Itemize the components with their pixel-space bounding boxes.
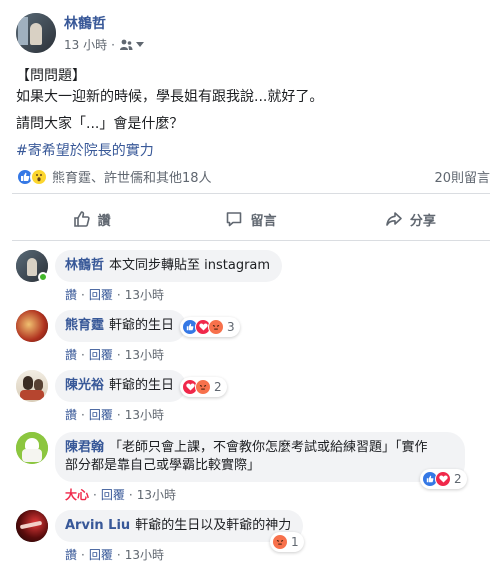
comment-item: 熊育霆 軒爺的生日 讚 · 回覆 · 13小時 3 xyxy=(16,310,240,363)
share-button[interactable]: 分享 xyxy=(331,202,490,236)
comment-bubble: 熊育霆 軒爺的生日 xyxy=(55,310,187,342)
comment-reactions[interactable]: 3 xyxy=(180,317,240,337)
comment-bubble: 林鶴哲 本文同步轉貼至 instagram xyxy=(55,250,283,282)
comment-time[interactable]: 13小時 xyxy=(125,548,164,562)
angry-reaction-icon xyxy=(195,379,211,395)
commenter-avatar[interactable] xyxy=(16,370,48,402)
comment-time[interactable]: 13小時 xyxy=(125,408,164,422)
post-line: 如果大一迎新的時候，學長姐有跟我說...就好了。 xyxy=(16,89,324,105)
comment-reply-link[interactable]: 回覆 xyxy=(89,288,113,302)
online-status-dot xyxy=(38,272,48,282)
post-line: 請問大家「...」會是什麼？ xyxy=(16,116,184,132)
commenter-avatar[interactable] xyxy=(16,510,48,542)
share-label: 分享 xyxy=(409,213,436,229)
comment-reply-link[interactable]: 回覆 xyxy=(89,548,113,562)
share-arrow-icon xyxy=(386,212,402,226)
comments-count[interactable]: 20則留言 xyxy=(434,167,490,186)
post-card: 林鶴哲 13 小時 · 【問問題】 如果大一迎新的時候，學長姐有跟我說...就好… xyxy=(0,0,503,565)
comment-like-link[interactable]: 讚 xyxy=(65,348,77,362)
comment-reply-link[interactable]: 回覆 xyxy=(89,408,113,422)
comment-time[interactable]: 13小時 xyxy=(125,348,164,362)
like-button[interactable]: 讚 xyxy=(12,202,171,236)
comment-item: 林鶴哲 本文同步轉貼至 instagram 讚 · 回覆 · 13小時 xyxy=(16,250,283,303)
reaction-count: 2 xyxy=(214,380,222,394)
comment-reply-link[interactable]: 回覆 xyxy=(101,488,125,502)
comment-text: 軒爺的生日以及軒爺的神力 xyxy=(135,518,292,533)
wow-reaction-icon[interactable] xyxy=(30,167,48,186)
divider xyxy=(12,240,490,241)
comment-like-link[interactable]: 讚 xyxy=(65,288,77,302)
comment-reactions[interactable]: 2 xyxy=(180,377,227,397)
action-bar: 讚 留言 分享 xyxy=(12,202,490,236)
comment-time[interactable]: 13小時 xyxy=(125,288,164,302)
comment-reactions[interactable]: 1 xyxy=(270,532,304,552)
commenter-name[interactable]: 陳光裕 xyxy=(65,378,104,393)
comment-like-link[interactable]: 讚 xyxy=(65,408,77,422)
comment-actions: 讚 · 回覆 · 13小時 xyxy=(65,348,164,362)
angry-reaction-icon xyxy=(272,534,288,550)
comment-text: 「老師只會上課，不會教你怎麼考試或給練習題」「實作 xyxy=(109,440,428,455)
love-reaction-icon xyxy=(435,471,451,487)
comment-text: 本文同步轉貼至 instagram xyxy=(109,258,271,273)
comment-reactions[interactable]: 2 xyxy=(420,469,467,489)
comment-bubble: Arvin Liu 軒爺的生日以及軒爺的神力 xyxy=(55,510,304,542)
comment-actions: 大心 · 回覆 · 13小時 xyxy=(65,488,176,502)
reaction-count: 3 xyxy=(227,320,235,334)
comment-love-link[interactable]: 大心 xyxy=(65,488,89,502)
comment-item: 陳光裕 軒爺的生日 讚 · 回覆 · 13小時 2 xyxy=(16,370,227,423)
comment-text: 軒爺的生日 xyxy=(109,378,175,393)
comment-text: 部分都是靠自己或學霸比較實際」 xyxy=(65,458,261,473)
commenter-name[interactable]: 林鶴哲 xyxy=(65,258,104,273)
comment-bubble: 陳君翰 「老師只會上課，不會教你怎麼考試或給練習題」「實作部分都是靠自己或學霸比較… xyxy=(55,432,465,482)
comment-time[interactable]: 13小時 xyxy=(137,488,176,502)
commenter-name[interactable]: Arvin Liu xyxy=(65,518,130,533)
author-name[interactable]: 林鶴哲 xyxy=(64,15,144,33)
comment-reply-link[interactable]: 回覆 xyxy=(89,348,113,362)
meta-separator: · xyxy=(111,37,115,52)
commenter-name[interactable]: 熊育霆 xyxy=(65,318,104,333)
commenter-avatar[interactable] xyxy=(16,432,48,464)
comment-like-link[interactable]: 讚 xyxy=(65,548,77,562)
comment-button[interactable]: 留言 xyxy=(171,202,330,236)
comment-actions: 讚 · 回覆 · 13小時 xyxy=(65,288,164,302)
reaction-count: 2 xyxy=(454,472,462,486)
commenter-name[interactable]: 陳君翰 xyxy=(65,440,104,455)
reactors-text[interactable]: 熊育霆、許世儒和其他18人 xyxy=(52,167,212,186)
divider xyxy=(12,193,490,194)
like-label: 讚 xyxy=(97,213,111,229)
reaction-count: 1 xyxy=(291,535,299,549)
post-meta: 13 小時 · xyxy=(64,36,144,53)
comment-text: 軒爺的生日 xyxy=(109,318,175,333)
author-avatar[interactable] xyxy=(16,13,56,53)
comment-item: 陳君翰 「老師只會上課，不會教你怎麼考試或給練習題」「實作部分都是靠自己或學霸比較… xyxy=(16,432,467,503)
comment-label: 留言 xyxy=(250,213,277,229)
comment-actions: 讚 · 回覆 · 13小時 xyxy=(65,548,164,562)
friends-icon[interactable] xyxy=(119,39,133,51)
post-body: 【問問題】 如果大一迎新的時候，學長姐有跟我說...就好了。 請問大家「...」… xyxy=(16,66,486,162)
comment-actions: 讚 · 回覆 · 13小時 xyxy=(65,408,164,422)
comment-bubble: 陳光裕 軒爺的生日 xyxy=(55,370,187,402)
post-time[interactable]: 13 小時 xyxy=(64,36,107,53)
reactions-summary: 熊育霆、許世儒和其他18人 20則留言 xyxy=(16,167,490,186)
hashtag-link[interactable]: #寄希望於院長的實力 xyxy=(16,141,486,162)
thumbs-up-icon xyxy=(73,211,90,227)
speech-bubble-icon xyxy=(227,212,242,227)
comment-item: Arvin Liu 軒爺的生日以及軒爺的神力 讚 · 回覆 · 13小時 1 xyxy=(16,510,304,563)
chevron-down-icon[interactable] xyxy=(135,42,144,47)
post-line: 【問問題】 xyxy=(16,68,86,84)
post-header: 林鶴哲 13 小時 · xyxy=(16,13,144,53)
angry-reaction-icon xyxy=(208,319,224,335)
commenter-avatar[interactable] xyxy=(16,310,48,342)
